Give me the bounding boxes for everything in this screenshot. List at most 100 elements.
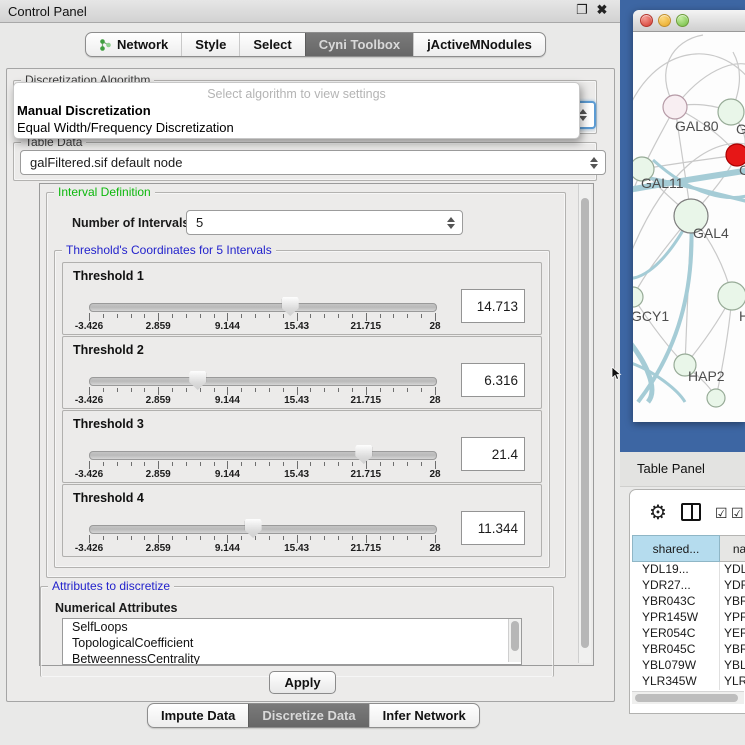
table-row[interactable]: YLR345WYLR3 [632,674,745,690]
cell-name[interactable]: YDR2 [720,578,745,594]
tab-jactivemnodules[interactable]: jActiveMNodules [413,33,545,56]
number-of-intervals-value: 5 [196,215,203,230]
threshold-value-field[interactable]: 6.316 [461,363,525,397]
tick-mark [255,536,256,540]
control-panel-titlebar: Control Panel ❐ ✖ [0,0,620,23]
apply-button[interactable]: Apply [269,671,336,694]
tick-mark [103,462,104,466]
tick-mark [324,388,325,392]
cell-shared-name[interactable]: YBR045C [632,642,720,658]
tab-infer-network[interactable]: Infer Network [369,704,479,727]
threshold-slider[interactable] [89,451,437,460]
tab-select[interactable]: Select [239,33,304,56]
table-hscrollbar[interactable] [632,691,744,704]
network-icon [99,38,112,52]
threshold-value-field[interactable]: 14.713 [461,289,525,323]
tab-network[interactable]: Network [86,33,181,56]
threshold-value-field[interactable]: 11.344 [461,511,525,545]
float-window-icon[interactable]: ❐ [574,2,590,18]
numerical-attributes-list: SelfLoopsTopologicalCoefficientBetweenne… [62,618,522,665]
threshold-panel-2: Threshold 2-3.4262.8599.14415.4321.71528… [62,336,542,409]
zoom-traffic-light-icon[interactable] [676,14,689,27]
checkbox-checked-icon[interactable]: ☑ [731,505,744,522]
cell-shared-name[interactable]: YBL079W [632,658,720,674]
attribute-list-item[interactable]: BetweennessCentrality [63,651,521,665]
attribute-list-item[interactable]: TopologicalCoefficient [63,635,521,651]
number-of-intervals-combo[interactable]: 5 [186,210,463,235]
tick-mark [310,314,311,318]
column-header-name[interactable]: na [720,535,745,562]
dropdown-option-manual[interactable]: Manual Discretization [17,103,151,118]
combo-arrows-icon [590,157,598,169]
table-row[interactable]: YDR27...YDR2 [632,578,745,594]
network-node[interactable] [633,287,643,307]
tick-label: 15.43 [284,469,309,480]
table-row[interactable]: YBR045CYBR0 [632,642,745,658]
cell-name[interactable]: YER0 [720,626,745,642]
table-hscrollbar-thumb[interactable] [635,694,738,702]
cell-name[interactable]: YPR1 [720,610,745,626]
tick-mark [421,388,422,392]
tab-style[interactable]: Style [181,33,239,56]
network-node[interactable] [718,282,745,310]
table-panel-card: ⚙ ☑ ☑ shared... na YDL19...YDL1YDR27...Y… [629,489,745,714]
dropdown-option-equal-width[interactable]: Equal Width/Frequency Discretization [17,120,234,135]
tab-discretize-data[interactable]: Discretize Data [248,704,368,727]
algorithm-dropdown-popup: Select algorithm to view settings Manual… [13,82,580,139]
tab-impute-data[interactable]: Impute Data [148,704,248,727]
minimize-traffic-light-icon[interactable] [658,14,671,27]
slider-tick-labels: -3.4262.8599.14415.4321.71528 [89,469,435,480]
attribute-list-item[interactable]: SelfLoops [63,619,521,635]
cell-name[interactable]: YBL0 [720,658,745,674]
settings-scrollbar[interactable] [578,184,591,663]
tick-mark [227,461,228,469]
cell-shared-name[interactable]: YLR345W [632,674,720,690]
table-row[interactable]: YDL19...YDL1 [632,562,745,578]
cell-name[interactable]: YDL1 [720,562,745,578]
network-node-label: C [739,162,745,178]
threshold-value-field[interactable]: 21.4 [461,437,525,471]
checkbox-checked-icon[interactable]: ☑ [715,505,728,522]
column-header-shared[interactable]: shared... [632,535,720,562]
settings-scrollbar-thumb[interactable] [581,198,589,648]
dropdown-placeholder-item[interactable]: Select algorithm to view settings [14,87,579,101]
tick-mark [103,388,104,392]
table-row[interactable]: YPR145WYPR1 [632,610,745,626]
cell-name[interactable]: YLR3 [720,674,745,690]
network-node-label: HAP2 [688,368,725,384]
gear-icon[interactable]: ⚙ [649,500,667,525]
threshold-slider[interactable] [89,377,437,386]
tick-mark [227,387,228,395]
table-row[interactable]: YER054CYER0 [632,626,745,642]
close-traffic-light-icon[interactable] [640,14,653,27]
tab-cyni-toolbox[interactable]: Cyni Toolbox [305,33,413,56]
table-row[interactable]: YBR043CYBR0 [632,594,745,610]
network-node[interactable] [663,95,687,119]
tick-mark [131,462,132,466]
network-node[interactable] [707,389,725,407]
tick-mark [269,314,270,318]
tick-label: 9.144 [215,543,240,554]
threshold-slider[interactable] [89,303,437,312]
table-row[interactable]: YBL079WYBL0 [632,658,745,674]
cell-shared-name[interactable]: YPR145W [632,610,720,626]
attributes-list-scrollbar[interactable] [508,619,521,662]
cell-name[interactable]: YBR0 [720,642,745,658]
tick-label: 28 [429,395,440,406]
cell-shared-name[interactable]: YER054C [632,626,720,642]
threshold-label: Threshold 2 [73,343,144,357]
threshold-slider[interactable] [89,525,437,534]
cell-shared-name[interactable]: YDR27... [632,578,720,594]
tick-label: 21.715 [351,395,382,406]
split-table-icon[interactable] [681,503,701,521]
cell-shared-name[interactable]: YBR043C [632,594,720,610]
tick-mark [117,462,118,466]
attributes-scrollbar-thumb[interactable] [511,621,519,651]
table-data-combo[interactable]: galFiltered.sif default node [20,150,606,175]
cell-name[interactable]: YBR0 [720,594,745,610]
close-window-icon[interactable]: ✖ [594,2,610,18]
network-canvas[interactable]: GAL80GCGAL11GAL4GCY1HHAP2 [633,10,745,422]
cell-shared-name[interactable]: YDL19... [632,562,720,578]
tick-mark [117,388,118,392]
tick-mark [269,536,270,540]
